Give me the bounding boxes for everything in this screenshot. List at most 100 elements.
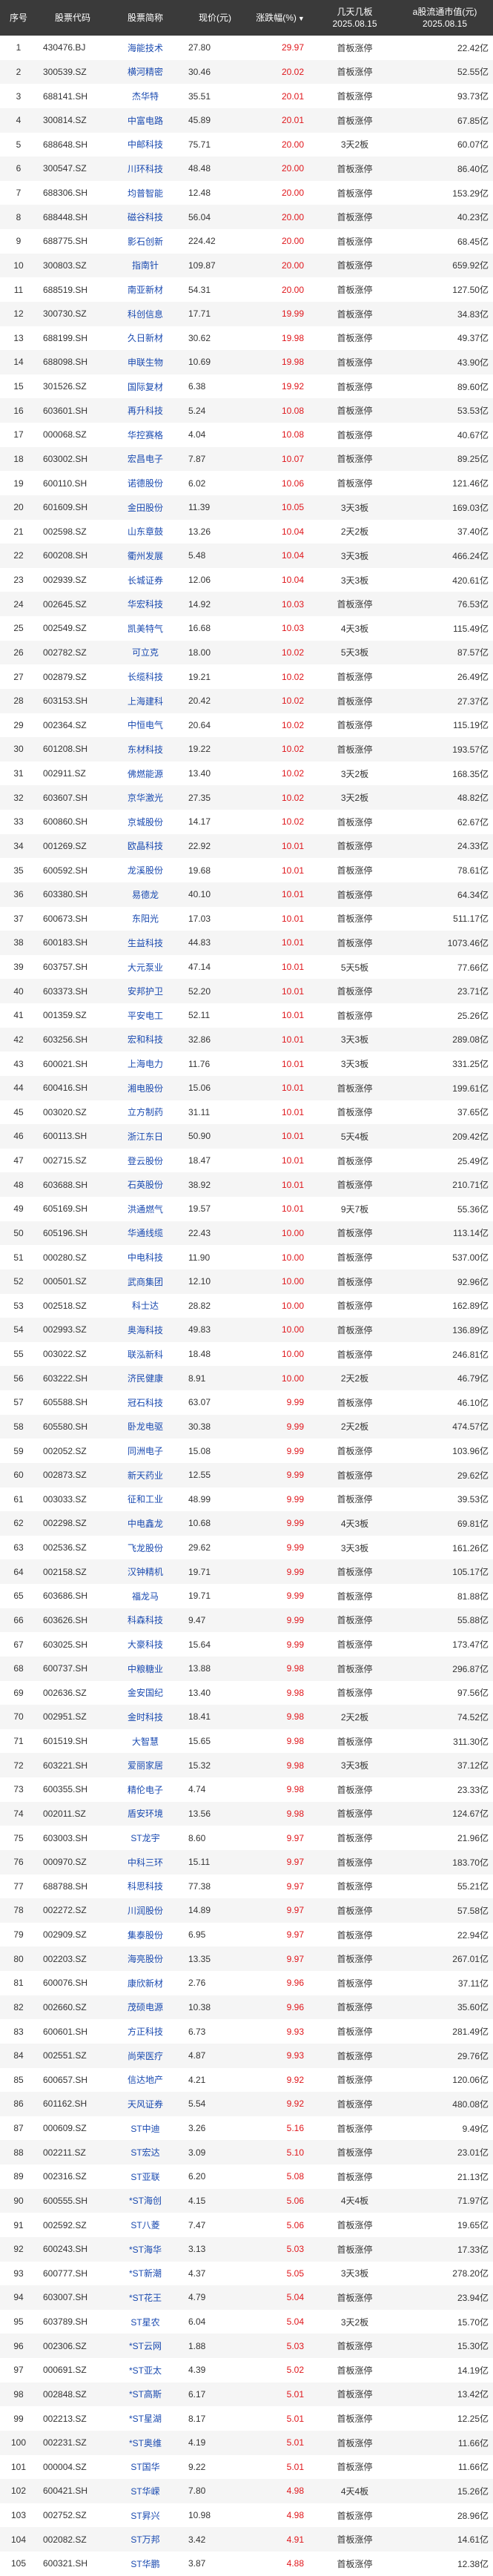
table-row[interactable]: 30 601208.SH 东材科技 19.22 10.02 首板涨停 193.57亿 [0,737,493,762]
cell-name[interactable]: *ST海华 [108,2243,182,2256]
cell-name[interactable]: 新天药业 [108,1469,182,1482]
cell-name[interactable]: 上海电力 [108,1057,182,1070]
table-row[interactable]: 11 688519.SH 南亚新材 54.31 20.00 首板涨停 127.50亿 [0,277,493,302]
table-row[interactable]: 59 002052.SZ 同洲电子 15.08 9.99 首板涨停 103.96亿 [0,1439,493,1463]
cell-code[interactable]: 002306.SZ [37,2341,108,2351]
cell-code[interactable]: 600243.SH [37,2244,108,2254]
table-row[interactable]: 39 603757.SH 大元泵业 47.14 10.01 5天5板 77.66亿 [0,955,493,980]
cell-name[interactable]: 凯美特气 [108,622,182,635]
table-row[interactable]: 3 688141.SH 杰华特 35.51 20.01 首板涨停 93.73亿 [0,84,493,108]
cell-name[interactable]: ST龙宇 [108,1832,182,1844]
cell-name[interactable]: ST昇兴 [108,2509,182,2522]
table-row[interactable]: 64 002158.SZ 汉钟精机 19.71 9.99 首板涨停 105.17亿 [0,1559,493,1584]
cell-code[interactable]: 430476.BJ [37,42,108,53]
cell-name[interactable]: 中电科技 [108,1251,182,1264]
table-row[interactable]: 44 600416.SH 湘电股份 15.06 10.01 首板涨停 199.61亿 [0,1075,493,1100]
table-row[interactable]: 22 600208.SH 衢州发展 5.48 10.04 3天3板 466.24亿 [0,544,493,568]
cell-code[interactable]: 603025.SH [37,1639,108,1650]
table-row[interactable]: 51 000280.SZ 中电科技 11.90 10.00 首板涨停 537.00亿 [0,1245,493,1269]
cell-name[interactable]: 诺德股份 [108,477,182,489]
cell-name[interactable]: *ST新潮 [108,2267,182,2279]
table-row[interactable]: 26 002782.SZ 可立克 18.00 10.02 5天3板 87.57亿 [0,640,493,665]
cell-name[interactable]: 川润股份 [108,1904,182,1917]
cell-name[interactable]: 磁谷科技 [108,211,182,223]
cell-code[interactable]: 002951.SZ [37,1711,108,1722]
table-row[interactable]: 103 002752.SZ ST昇兴 10.98 4.98 首板涨停 28.96亿 [0,2503,493,2528]
cell-name[interactable]: 盾安环境 [108,1807,182,1820]
cell-name[interactable]: 申联生物 [108,356,182,369]
cell-code[interactable]: 600110.SH [37,478,108,489]
cell-code[interactable]: 300814.SZ [37,115,108,125]
cell-code[interactable]: 688648.SH [37,139,108,150]
cell-code[interactable]: 600021.SH [37,1059,108,1069]
cell-name[interactable]: 爱丽家居 [108,1759,182,1771]
table-row[interactable]: 41 001359.SZ 平安电工 52.11 10.01 首板涨停 25.26亿 [0,1003,493,1028]
cell-name[interactable]: ST华鹏 [108,2557,182,2570]
table-row[interactable]: 15 301526.SZ 国际复材 6.38 19.92 首板涨停 89.60亿 [0,374,493,399]
cell-name[interactable]: 大元泵业 [108,961,182,974]
cell-code[interactable]: 603221.SH [37,1760,108,1771]
cell-code[interactable]: 600601.SH [37,2027,108,2037]
table-row[interactable]: 54 002993.SZ 奥海科技 49.83 10.00 首板涨停 136.89亿 [0,1318,493,1342]
cell-name[interactable]: 龙溪股份 [108,864,182,876]
table-row[interactable]: 60 002873.SZ 新天药业 12.55 9.99 首板涨停 29.62亿 [0,1462,493,1487]
cell-name[interactable]: 中科三环 [108,1856,182,1869]
cell-name[interactable]: 宏和科技 [108,1033,182,1046]
cell-code[interactable]: 003020.SZ [37,1107,108,1117]
cell-name[interactable]: *ST海创 [108,2194,182,2207]
cell-code[interactable]: 002298.SZ [37,1518,108,1528]
cell-code[interactable]: 002536.SZ [37,1542,108,1553]
cell-name[interactable]: 科创信息 [108,308,182,320]
cell-name[interactable]: 大豪科技 [108,1638,182,1651]
cell-code[interactable]: 688448.SH [37,212,108,222]
table-row[interactable]: 2 300539.SZ 横河精密 30.46 20.02 首板涨停 52.55亿 [0,59,493,85]
cell-name[interactable]: 集泰股份 [108,1929,182,1941]
cell-code[interactable]: 002518.SZ [37,1301,108,1311]
cell-code[interactable]: 603007.SH [37,2292,108,2302]
table-row[interactable]: 23 002939.SZ 长城证券 12.06 10.04 3天3板 420.61亿 [0,568,493,592]
cell-code[interactable]: 000609.SZ [37,2123,108,2133]
table-row[interactable]: 9 688775.SH 影石创新 224.42 20.00 首板涨停 68.45亿 [0,229,493,254]
cell-name[interactable]: 川环科技 [108,162,182,175]
cell-code[interactable]: 600355.SH [37,1784,108,1794]
table-row[interactable]: 31 002911.SZ 佛燃能源 13.40 10.02 3天2板 168.35亿 [0,762,493,786]
cell-code[interactable]: 002213.SZ [37,2414,108,2424]
cell-name[interactable]: 海能技术 [108,42,182,54]
table-row[interactable]: 69 002636.SZ 金安国纪 13.40 9.98 首板涨停 97.56亿 [0,1681,493,1705]
cell-name[interactable]: 大智慧 [108,1735,182,1748]
cell-name[interactable]: *ST云网 [108,2339,182,2352]
cell-code[interactable]: 000004.SZ [37,2462,108,2472]
table-row[interactable]: 63 002536.SZ 飞龙股份 29.62 9.99 3天3板 161.26亿 [0,1536,493,1560]
cell-name[interactable]: 登云股份 [108,1155,182,1167]
cell-code[interactable]: 605169.SH [37,1203,108,1214]
table-row[interactable]: 66 603626.SH 科森科技 9.47 9.99 首板涨停 55.88亿 [0,1608,493,1633]
cell-name[interactable]: ST万邦 [108,2533,182,2546]
cell-code[interactable]: 600860.SH [37,816,108,827]
cell-name[interactable]: 安邦护卫 [108,985,182,997]
cell-name[interactable]: 浙江东日 [108,1130,182,1143]
cell-code[interactable]: 002911.SZ [37,768,108,779]
cell-code[interactable]: 601208.SH [37,744,108,754]
header-cap[interactable]: a股流通市值(元) 2025.08.15 [397,6,493,30]
cell-name[interactable]: 中富电路 [108,114,182,127]
cell-code[interactable]: 600657.SH [37,2075,108,2085]
table-row[interactable]: 27 002879.SZ 长缆科技 19.21 10.02 首板涨停 26.49亿 [0,664,493,689]
cell-code[interactable]: 002598.SZ [37,526,108,537]
cell-code[interactable]: 002645.SZ [37,599,108,610]
table-row[interactable]: 94 603007.SH *ST花王 4.79 5.04 首板涨停 23.94亿 [0,2285,493,2310]
cell-code[interactable]: 600416.SH [37,1083,108,1093]
cell-name[interactable]: 洪通燃气 [108,1203,182,1215]
table-row[interactable]: 76 000970.SZ 中科三环 15.11 9.97 首板涨停 183.70亿 [0,1849,493,1875]
table-row[interactable]: 84 002551.SZ 尚荣医疗 4.87 9.93 首板涨停 29.76亿 [0,2043,493,2068]
cell-code[interactable]: 605588.SH [37,1397,108,1407]
cell-name[interactable]: 可立克 [108,646,182,658]
cell-name[interactable]: ST中迪 [108,2122,182,2135]
table-row[interactable]: 4 300814.SZ 中富电路 45.89 20.01 首板涨停 67.85亿 [0,108,493,133]
cell-code[interactable]: 300547.SZ [37,163,108,174]
cell-code[interactable]: 603607.SH [37,793,108,803]
cell-name[interactable]: 长城证券 [108,574,182,587]
table-row[interactable]: 93 600777.SH *ST新潮 4.37 5.05 3天3板 278.20亿 [0,2262,493,2286]
table-row[interactable]: 86 601162.SH 天风证券 5.54 9.92 首板涨停 480.08亿 [0,2092,493,2116]
cell-name[interactable]: 山东章鼓 [108,525,182,538]
cell-code[interactable]: 002158.SZ [37,1567,108,1577]
